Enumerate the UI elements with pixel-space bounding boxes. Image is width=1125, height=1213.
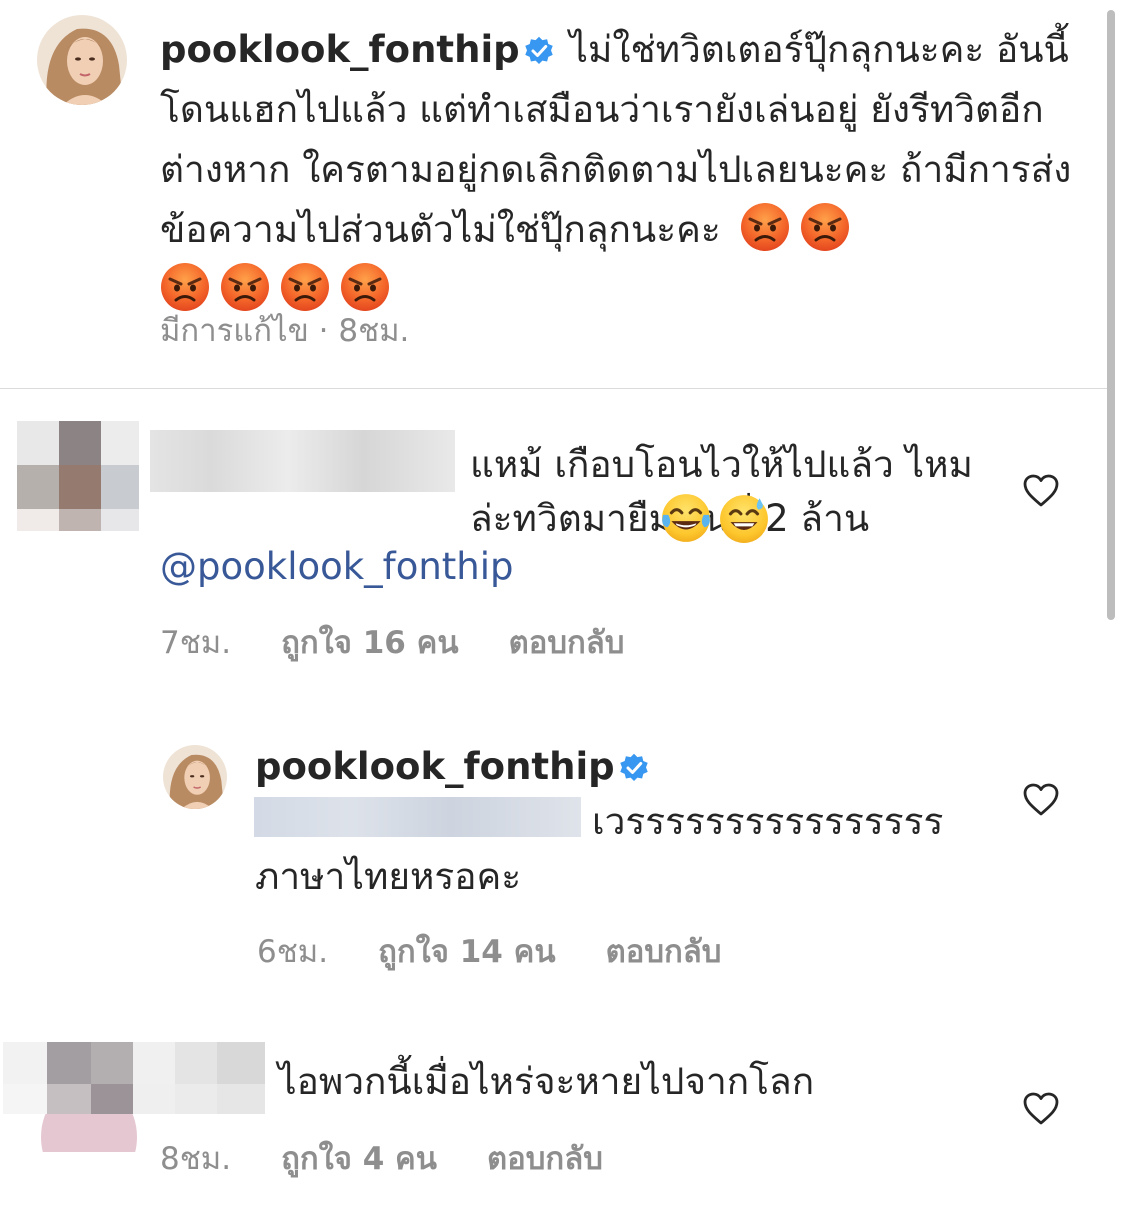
caption-avatar[interactable]	[37, 15, 127, 105]
heart-outline-icon[interactable]	[1021, 1089, 1061, 1129]
comment-1-meta: 7ชม. ถูกใจ 16 คน ตอบกลับ	[160, 617, 674, 667]
caption-edited-time: มีการแก้ไข · 8ชม.	[160, 313, 410, 349]
comment-3-likes[interactable]: ถูกใจ 4 คน	[281, 1141, 437, 1177]
caption-meta: มีการแก้ไข · 8ชม.	[160, 305, 459, 355]
caption: pooklook_fonthip ไม่ใช่ทวิตเตอร์ปุ๊กลุกน…	[160, 20, 1095, 320]
reply-reply-button[interactable]: ตอบกลับ	[606, 934, 722, 970]
comment-3-reply-button[interactable]: ตอบกลับ	[487, 1141, 603, 1177]
reply-time: 6ชม.	[257, 934, 329, 970]
heart-outline-icon[interactable]	[1021, 471, 1061, 511]
reply-mention-blurred	[254, 797, 581, 837]
comment-1-avatar-blurred[interactable]	[17, 421, 139, 531]
comment-1-body: แหม้ เกือบโอนไวให้ไปแล้ว ไหมล่ะทวิตมายืม…	[160, 438, 1000, 546]
comment-1-mention[interactable]: @pooklook_fonthip	[160, 540, 514, 594]
profile-photo	[163, 745, 227, 809]
angry-face-emoji	[740, 202, 790, 252]
comment-3-text: ไอพวกนี้เมื่อไหร่จะหายไปจากโลก	[278, 1060, 815, 1103]
reply-header: pooklook_fonthip	[255, 740, 653, 794]
reply-text-line2: ภาษาไทยหรอคะ	[255, 855, 522, 898]
reply-avatar[interactable]	[163, 745, 227, 809]
profile-photo	[37, 15, 127, 105]
angry-face-emoji	[800, 202, 850, 252]
comment-1-text: แหม้ เกือบโอนไวให้ไปแล้ว ไหมล่ะทวิตมายืม…	[470, 443, 973, 540]
reply-meta: 6ชม. ถูกใจ 14 คน ตอบกลับ	[257, 926, 771, 976]
pixelated-avatar	[17, 421, 139, 531]
comment-1-reply-button[interactable]: ตอบกลับ	[509, 625, 625, 661]
heart-outline-icon[interactable]	[1021, 780, 1061, 820]
reply-text-line1: เวรรรรรรรรรรรรรรรร	[592, 800, 944, 843]
comment-1-likes[interactable]: ถูกใจ 16 คน	[281, 625, 459, 661]
comment-1-time: 7ชม.	[160, 625, 232, 661]
scrollbar[interactable]	[1107, 10, 1115, 620]
comment-3-meta: 8ชม. ถูกใจ 4 คน ตอบกลับ	[160, 1133, 653, 1183]
reply-likes[interactable]: ถูกใจ 14 คน	[378, 934, 556, 970]
comment-3-time: 8ชม.	[160, 1141, 232, 1177]
verified-badge-icon	[619, 753, 649, 783]
divider	[0, 388, 1112, 389]
reply-username[interactable]: pooklook_fonthip	[255, 745, 615, 788]
grinning-sweat-emoji	[718, 492, 770, 544]
verified-badge-icon	[524, 36, 554, 66]
tears-of-joy-emoji	[660, 492, 712, 544]
caption-username[interactable]: pooklook_fonthip	[160, 28, 520, 71]
